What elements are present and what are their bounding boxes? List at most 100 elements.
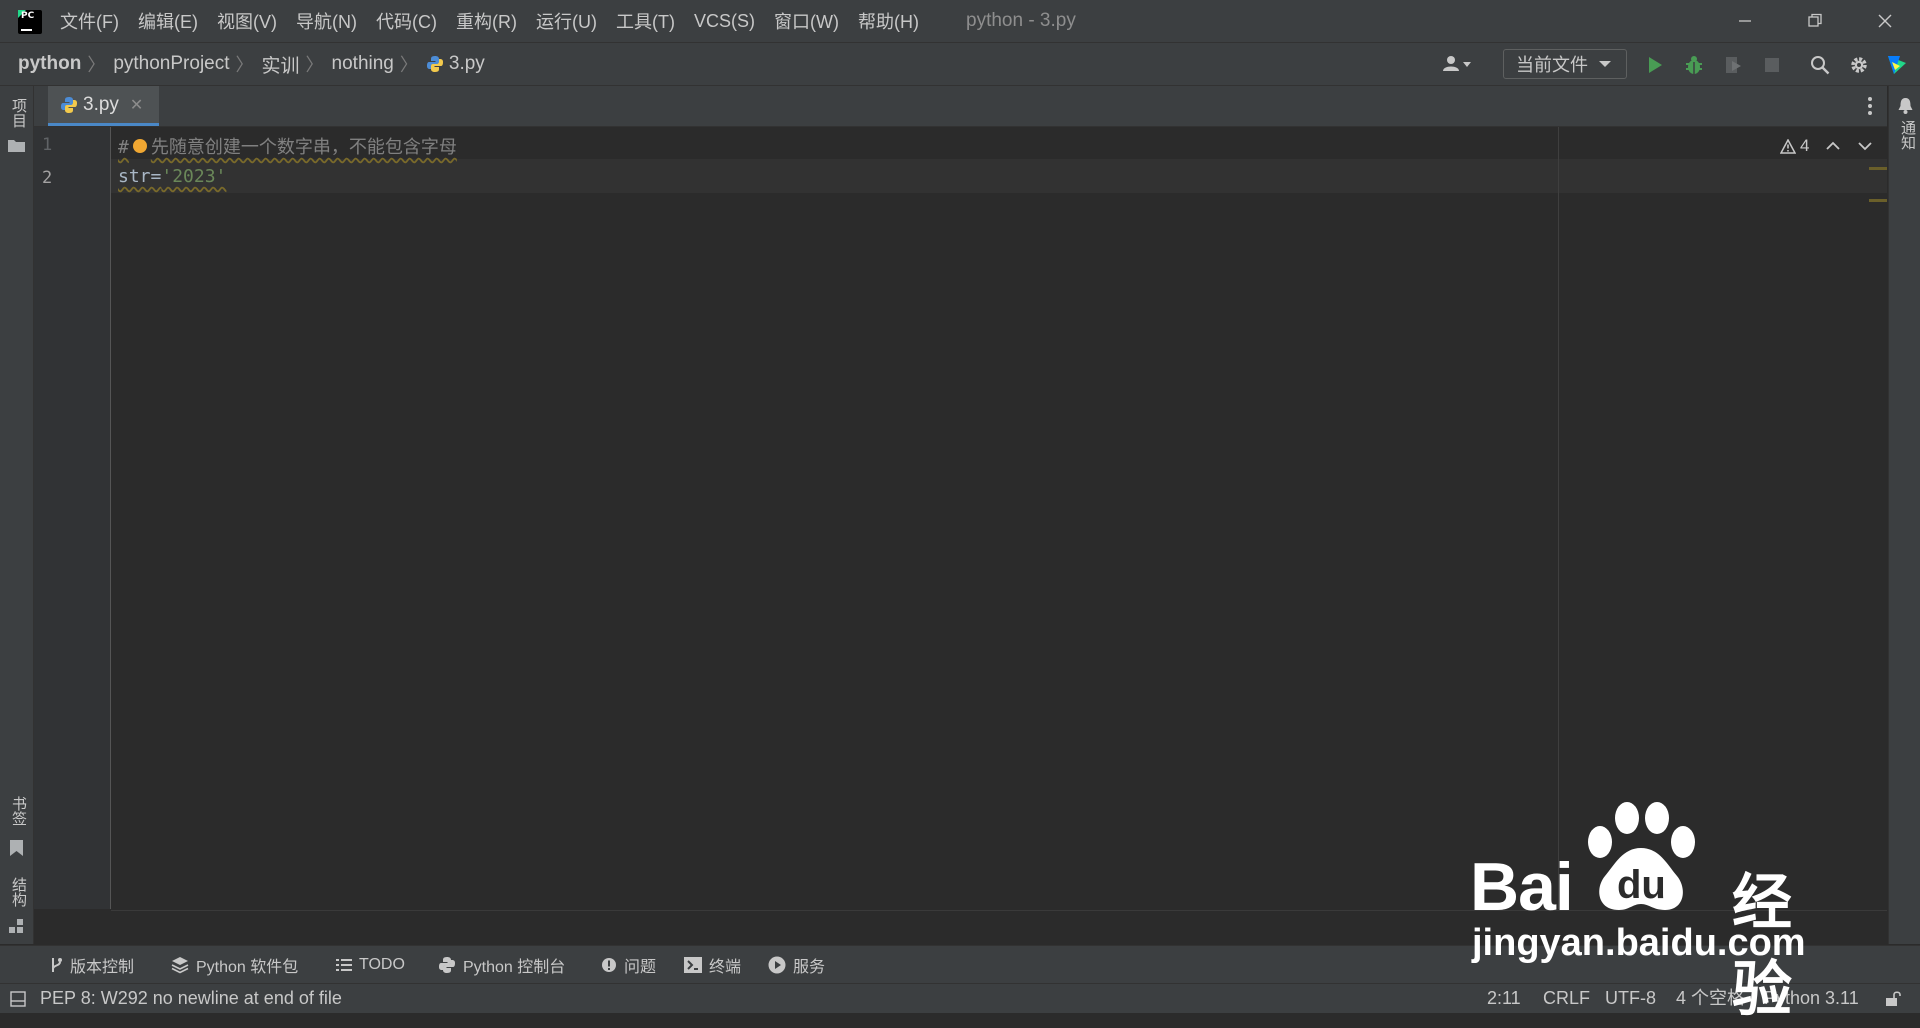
warning-count: 4 xyxy=(1800,136,1810,155)
tool-version-control-label: 版本控制 xyxy=(70,959,135,976)
breadcrumb-python[interactable]: python xyxy=(18,53,81,75)
more-tabs-button[interactable] xyxy=(1860,94,1880,118)
right-tool-stripe: 通知 xyxy=(1888,86,1920,944)
menu-file[interactable]: 文件(F) xyxy=(60,8,119,34)
layers-icon xyxy=(171,957,189,974)
tool-python-console[interactable]: Python 控制台 xyxy=(438,946,565,984)
info-circle-icon xyxy=(602,958,616,972)
jetbrains-logo-icon xyxy=(1888,56,1906,74)
menu-help[interactable]: 帮助(H) xyxy=(858,8,919,34)
minimize-button[interactable] xyxy=(1710,0,1780,42)
tool-todo[interactable]: TODO xyxy=(336,946,405,984)
tool-problems[interactable]: 问题 xyxy=(601,946,656,984)
breadcrumb: python 〉 pythonProject 〉 实训 〉 nothing 〉 … xyxy=(18,43,485,85)
more-vertical-icon xyxy=(1868,97,1872,115)
project-tool-button[interactable]: 项目 xyxy=(0,86,33,156)
menu-refactor[interactable]: 重构(R) xyxy=(456,8,517,34)
status-message[interactable]: PEP 8: W292 no newline at end of file xyxy=(40,984,342,1013)
run-button[interactable] xyxy=(1640,50,1670,80)
bookmark-icon xyxy=(10,840,23,856)
menu-window[interactable]: 窗口(W) xyxy=(774,8,839,34)
breadcrumb-pythonproject[interactable]: pythonProject xyxy=(113,53,229,75)
code-line-1[interactable]: # 先随意创建一个数字串，不能包含字母 xyxy=(118,133,457,159)
stop-button[interactable] xyxy=(1757,50,1787,80)
baidu-brand-text: Bai xyxy=(1470,849,1574,925)
run-configuration-label: 当前文件 xyxy=(1516,55,1588,75)
intention-bulb-icon[interactable] xyxy=(133,139,147,153)
bookmarks-label: 书签 xyxy=(10,796,27,826)
line-separator[interactable]: CRLF xyxy=(1543,984,1590,1013)
chevron-right-icon: 〉 xyxy=(87,55,106,75)
comment-hash: # xyxy=(118,137,129,158)
search-icon xyxy=(1811,56,1830,75)
status-bar: PEP 8: W292 no newline at end of file 2:… xyxy=(0,983,1920,1013)
warning-stripe-marker[interactable] xyxy=(1869,167,1887,170)
settings-button[interactable] xyxy=(1844,50,1874,80)
notifications-label: 通知 xyxy=(1899,120,1916,150)
close-tab-icon[interactable]: ✕ xyxy=(130,95,143,115)
line-number-gutter[interactable]: 1 2 xyxy=(34,127,111,909)
pycharm-logo-icon: PC xyxy=(18,10,42,34)
folder-icon xyxy=(8,140,25,152)
title-bar: PC 文件(F) 编辑(E) 视图(V) 导航(N) 代码(C) 重构(R) 运… xyxy=(0,0,1920,43)
tool-services[interactable]: 服务 xyxy=(768,946,825,984)
breadcrumb-shixun[interactable]: 实训 xyxy=(262,51,300,78)
tool-todo-label: TODO xyxy=(359,956,405,973)
tab-label: 3.py xyxy=(83,93,119,115)
menu-vcs[interactable]: VCS(S) xyxy=(694,11,755,32)
chevron-right-icon: 〉 xyxy=(305,55,324,75)
tool-version-control[interactable]: 版本控制 xyxy=(49,946,134,984)
code-line-2[interactable]: str='2023' xyxy=(118,166,226,187)
notifications-tool-button[interactable]: 通知 xyxy=(1889,86,1920,166)
caret-position[interactable]: 2:11 xyxy=(1487,984,1521,1013)
tool-terminal-label: 终端 xyxy=(709,959,742,976)
unlock-icon[interactable] xyxy=(1885,990,1901,1007)
baidu-du-text: du xyxy=(1617,863,1666,907)
minimize-icon xyxy=(1739,20,1751,22)
menu-edit[interactable]: 编辑(E) xyxy=(138,8,198,34)
play-icon xyxy=(1649,57,1662,73)
chevron-up-icon[interactable] xyxy=(1825,140,1841,152)
file-encoding[interactable]: UTF-8 xyxy=(1605,984,1656,1013)
code-editor[interactable] xyxy=(111,127,1887,909)
warning-stripe-marker[interactable] xyxy=(1869,199,1887,202)
tool-terminal[interactable]: 终端 xyxy=(684,946,741,984)
toggle-tool-windows-icon[interactable] xyxy=(10,991,26,1007)
tab-3py[interactable]: 3.py ✕ xyxy=(48,86,159,126)
close-window-button[interactable] xyxy=(1850,0,1920,42)
tool-python-packages[interactable]: Python 软件包 xyxy=(171,946,298,984)
menu-code[interactable]: 代码(C) xyxy=(376,8,437,34)
editor-tab-bar: 3.py ✕ xyxy=(34,86,1887,127)
search-everywhere-button[interactable] xyxy=(1805,50,1835,80)
chevron-down-icon[interactable] xyxy=(1857,140,1873,152)
menu-navigate[interactable]: 导航(N) xyxy=(296,8,357,34)
inspection-widget[interactable]: 4 xyxy=(1780,133,1873,159)
window-title: python - 3.py xyxy=(966,10,1076,31)
breadcrumb-file[interactable]: 3.py xyxy=(426,53,485,75)
jingyan-url: jingyan.baidu.com xyxy=(1472,922,1806,964)
terminal-icon xyxy=(684,957,702,973)
line-number: 1 xyxy=(42,135,53,155)
run-configuration-dropdown[interactable]: 当前文件 xyxy=(1503,49,1627,79)
right-margin-guide xyxy=(1558,127,1559,909)
menu-run[interactable]: 运行(U) xyxy=(536,8,597,34)
account-button[interactable] xyxy=(1437,49,1477,79)
bookmarks-tool-button[interactable]: 书签 xyxy=(0,786,33,866)
structure-icon xyxy=(9,919,23,933)
restore-button[interactable] xyxy=(1780,0,1850,42)
breadcrumb-nothing[interactable]: nothing xyxy=(332,53,394,75)
structure-label: 结构 xyxy=(10,877,27,907)
debug-button[interactable] xyxy=(1679,50,1709,80)
menu-tools[interactable]: 工具(T) xyxy=(616,8,675,34)
tool-problems-label: 问题 xyxy=(624,959,657,976)
python-file-icon xyxy=(61,96,77,113)
structure-tool-button[interactable]: 结构 xyxy=(0,871,33,943)
menu-view[interactable]: 视图(V) xyxy=(217,8,277,34)
tool-python-console-label: Python 控制台 xyxy=(463,959,566,976)
jetbrains-toolbox-button[interactable] xyxy=(1882,50,1912,80)
comment-text: 先随意创建一个数字串，不能包含字母 xyxy=(150,137,457,158)
chevron-right-icon: 〉 xyxy=(235,55,254,75)
project-label: 项目 xyxy=(10,98,27,128)
python-file-icon xyxy=(426,55,443,72)
coverage-button[interactable] xyxy=(1718,50,1748,80)
